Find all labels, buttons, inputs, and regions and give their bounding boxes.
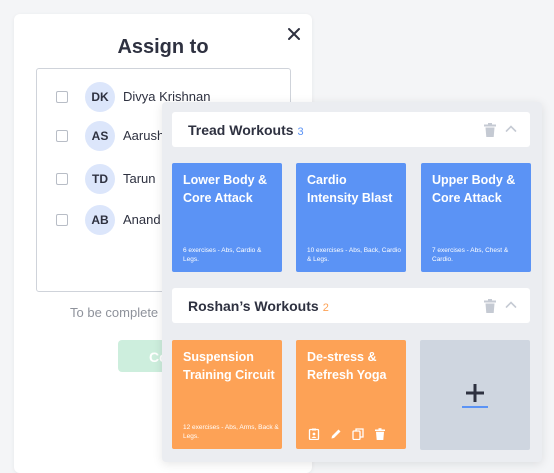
- workout-card[interactable]: Upper Body & Core Attack 7 exercises - A…: [421, 163, 531, 272]
- workout-card-description: 10 exercises - Abs, Back, Cardio & Legs.: [307, 247, 401, 263]
- member-name: Aarush: [123, 128, 165, 143]
- member-checkbox[interactable]: [56, 214, 68, 226]
- trash-icon[interactable]: [484, 123, 496, 137]
- workout-card-description: 6 exercises - Abs, Cardio & Legs.: [183, 247, 262, 263]
- due-date-label: To be complete: [70, 305, 159, 320]
- group-count-badge: 3: [297, 126, 304, 138]
- plus-icon: [462, 384, 488, 408]
- close-icon[interactable]: [286, 26, 302, 42]
- workout-card-title: Suspension Training Circuit: [183, 350, 275, 382]
- edit-icon[interactable]: [330, 428, 342, 440]
- trash-icon[interactable]: [484, 299, 496, 313]
- chevron-up-icon[interactable]: [505, 124, 517, 134]
- add-workout-card[interactable]: [420, 340, 530, 450]
- avatar: DK: [85, 82, 115, 112]
- group-title: Tread Workouts 3: [188, 122, 304, 138]
- workouts-panel: Tread Workouts 3 Lower Body & Core Attack…: [162, 102, 542, 462]
- group-header-roshan[interactable]: Roshan’s Workouts 2: [172, 288, 530, 323]
- workout-card[interactable]: Lower Body & Core Attack 6 exercises - A…: [172, 163, 282, 272]
- workout-card-title: Upper Body & Core Attack: [432, 173, 516, 205]
- group-title-text: Roshan’s Workouts: [188, 298, 319, 314]
- member-name: Tarun: [123, 171, 156, 186]
- avatar: AB: [85, 205, 115, 235]
- workout-card-title: Lower Body & Core Attack: [183, 173, 268, 205]
- workout-card-title: De-stress & Refresh Yoga: [307, 350, 387, 382]
- group-count-badge: 2: [322, 302, 329, 314]
- delete-icon[interactable]: [374, 428, 386, 440]
- group-title-text: Tread Workouts: [188, 122, 294, 138]
- copy-icon[interactable]: [352, 428, 364, 440]
- member-checkbox[interactable]: [56, 91, 68, 103]
- workout-card-description: 12 exercises - Abs, Arms, Back & Legs.: [183, 424, 279, 440]
- workout-card[interactable]: De-stress & Refresh Yoga: [296, 340, 406, 449]
- member-checkbox[interactable]: [56, 173, 68, 185]
- workout-card[interactable]: Suspension Training Circuit 12 exercises…: [172, 340, 282, 449]
- avatar: TD: [85, 164, 115, 194]
- group-header-tread[interactable]: Tread Workouts 3: [172, 112, 530, 147]
- chevron-up-icon[interactable]: [505, 300, 517, 310]
- workout-card-description: 7 exercises - Abs, Chest & Cardio.: [432, 247, 509, 263]
- assign-title: Assign to: [117, 36, 209, 58]
- group-title: Roshan’s Workouts 2: [188, 298, 329, 314]
- workout-card[interactable]: Cardio Intensity Blast 10 exercises - Ab…: [296, 163, 406, 272]
- member-checkbox[interactable]: [56, 130, 68, 142]
- member-name: Anand: [123, 212, 161, 227]
- assign-icon[interactable]: [308, 428, 320, 440]
- avatar: AS: [85, 121, 115, 151]
- workout-card-title: Cardio Intensity Blast: [307, 173, 393, 205]
